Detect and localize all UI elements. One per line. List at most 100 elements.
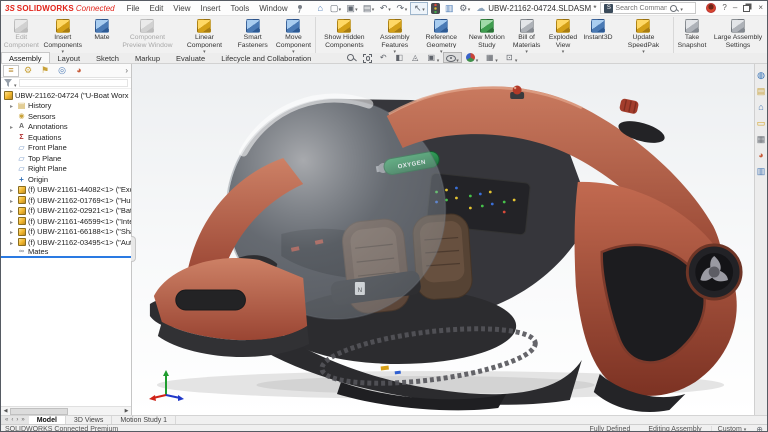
expand-arrow-icon[interactable] bbox=[10, 217, 17, 226]
design-library-tab[interactable]: ▤ bbox=[756, 86, 767, 97]
file-properties-button[interactable]: ▥ bbox=[443, 2, 456, 15]
show-hidden-components-button[interactable]: Show Hidden Components bbox=[315, 17, 372, 53]
graphics-area[interactable]: N OXYGEN bbox=[132, 64, 754, 415]
tree-item-component[interactable]: (f) UBW-21161-66188<1> ("Shape E bbox=[1, 227, 131, 238]
search-input[interactable] bbox=[615, 5, 667, 12]
save-button[interactable]: ▣ bbox=[344, 2, 360, 15]
tab-evaluate[interactable]: Evaluate bbox=[168, 52, 213, 63]
dynamic-annotation-views-button[interactable]: ◬ bbox=[407, 52, 423, 63]
dimxpertmanager-tab[interactable]: ◎ bbox=[54, 65, 70, 77]
tree-root-assembly[interactable]: UBW-21162-04724 ("U-Boat Worx NEMO bbox=[1, 90, 131, 101]
tab-3d-views[interactable]: 3D Views bbox=[66, 416, 112, 424]
custom-properties-tab[interactable]: ▥ bbox=[756, 166, 767, 177]
tree-item-component[interactable]: (f) UBW-21161-44082<1> ("Exostruct bbox=[1, 185, 131, 196]
search-commands-box[interactable]: S bbox=[600, 2, 696, 14]
tab-sketch[interactable]: Sketch bbox=[88, 52, 127, 63]
menu-item[interactable]: View bbox=[169, 3, 194, 14]
featuremanager-tab[interactable]: ≡ bbox=[3, 65, 19, 77]
options-button[interactable]: ⚙ bbox=[457, 2, 473, 15]
panel-splitter-handle[interactable] bbox=[131, 236, 136, 262]
tab-layout[interactable]: Layout bbox=[50, 52, 89, 63]
home-tab[interactable]: ⌂ bbox=[756, 102, 767, 113]
instant3d-button[interactable]: Instant3D bbox=[581, 17, 615, 53]
configurationmanager-tab[interactable]: ⚑ bbox=[37, 65, 53, 77]
tree-item-front-plane[interactable]: ▱ Front Plane bbox=[1, 143, 131, 154]
rebuild-button[interactable] bbox=[429, 2, 442, 15]
tab-scroll-icon[interactable]: » bbox=[20, 417, 25, 423]
move-component-button[interactable]: Move Component bbox=[273, 17, 315, 53]
linear-component-pattern-button[interactable]: Linear Component Pattern bbox=[176, 17, 233, 53]
filter-icon[interactable] bbox=[4, 79, 12, 87]
expand-arrow-icon[interactable] bbox=[10, 196, 17, 205]
tab-assembly[interactable]: Assembly bbox=[1, 52, 50, 63]
large-assembly-settings-button[interactable]: Large Assembly Settings bbox=[710, 17, 766, 53]
tree-item-component[interactable]: (f) UBW-21161-46599<1> ("Interior" bbox=[1, 216, 131, 227]
menu-item[interactable]: Window bbox=[255, 3, 291, 14]
restore-button[interactable] bbox=[743, 5, 750, 12]
section-view-button[interactable]: ◧ bbox=[391, 52, 407, 63]
expand-arrow-icon[interactable] bbox=[10, 206, 17, 215]
panel-horizontal-scrollbar[interactable]: ◀ ▶ bbox=[1, 406, 131, 415]
undo-button[interactable]: ↶ bbox=[377, 2, 393, 15]
tab-model[interactable]: Model bbox=[29, 416, 66, 424]
menu-item[interactable]: Insert bbox=[197, 3, 225, 14]
tree-item-sensors[interactable]: ◉ Sensors bbox=[1, 111, 131, 122]
zoom-to-fit-button[interactable] bbox=[343, 52, 359, 63]
redo-button[interactable]: ↷ bbox=[394, 2, 410, 15]
tree-item-mates[interactable]: ∞ Mates bbox=[1, 248, 131, 259]
tab-scroll-icon[interactable]: « bbox=[4, 417, 9, 423]
tab-markup[interactable]: Markup bbox=[127, 52, 168, 63]
new-document-button[interactable]: ▢ bbox=[328, 2, 344, 15]
panel-flyout-chevron[interactable]: › bbox=[123, 66, 130, 75]
component-preview-window-button[interactable]: Component Preview Window bbox=[119, 17, 176, 53]
search-dropdown-caret[interactable] bbox=[680, 4, 683, 13]
smart-fasteners-button[interactable]: Smart Fasteners bbox=[233, 17, 273, 53]
units-selector[interactable]: Custom bbox=[711, 426, 753, 432]
tree-item-component[interactable]: (f) UBW-21162-03495<1> ("Auto Co bbox=[1, 237, 131, 248]
exploded-view-button[interactable]: Exploded View bbox=[545, 17, 581, 53]
zoom-to-area-button[interactable] bbox=[359, 52, 375, 63]
tree-item-history[interactable]: ▤ History bbox=[1, 101, 131, 112]
menu-item[interactable]: Edit bbox=[146, 3, 168, 14]
tab-lifecycle-and-collaboration[interactable]: Lifecycle and Collaboration bbox=[213, 52, 319, 63]
edit-appearance-button[interactable] bbox=[462, 52, 482, 63]
select-button[interactable]: ↖ bbox=[410, 2, 428, 15]
expand-arrow-icon[interactable] bbox=[10, 101, 17, 110]
tree-item-component[interactable]: (f) UBW-21162-01769<1> ("Human I bbox=[1, 195, 131, 206]
tree-item-equations[interactable]: Σ Equations bbox=[1, 132, 131, 143]
displaymanager-tab[interactable]: ◕ bbox=[71, 65, 87, 77]
expand-arrow-icon[interactable] bbox=[10, 238, 17, 247]
help-button[interactable]: ? bbox=[722, 3, 726, 13]
hide-show-items-button[interactable] bbox=[443, 52, 463, 63]
menu-item[interactable]: Tools bbox=[227, 3, 254, 14]
tree-item-top-plane[interactable]: ▱ Top Plane bbox=[1, 153, 131, 164]
web-help-icon[interactable]: ⊕ bbox=[756, 425, 763, 432]
appearances-tab[interactable]: ◕ bbox=[756, 150, 767, 161]
menu-item[interactable]: File bbox=[123, 3, 144, 14]
minimize-button[interactable]: – bbox=[733, 3, 737, 13]
3dexperience-tab[interactable]: ◍ bbox=[756, 70, 767, 81]
filter-input[interactable] bbox=[19, 79, 128, 87]
expand-arrow-icon[interactable] bbox=[10, 227, 17, 236]
tree-item-origin[interactable]: + Origin bbox=[1, 174, 131, 185]
print-button[interactable]: ▤ bbox=[361, 2, 377, 15]
tree-item-annotations[interactable]: A Annotations bbox=[1, 122, 131, 133]
new-motion-study-button[interactable]: New Motion Study bbox=[465, 17, 508, 53]
propertymanager-tab[interactable]: ⚙ bbox=[20, 65, 36, 77]
assembly-features-button[interactable]: Assembly Features bbox=[372, 17, 417, 53]
file-explorer-tab[interactable]: ▭ bbox=[756, 118, 767, 129]
tree-item-component[interactable]: (f) UBW-21162-02921<1> ("Battery S bbox=[1, 206, 131, 217]
expand-arrow-icon[interactable] bbox=[10, 185, 17, 194]
edit-component-button[interactable]: Edit Component bbox=[2, 17, 41, 53]
view-settings-button[interactable]: ⊡ bbox=[501, 52, 521, 63]
display-style-button[interactable]: ▣ bbox=[423, 52, 443, 63]
scrollbar-thumb[interactable] bbox=[10, 408, 68, 415]
user-avatar[interactable] bbox=[706, 3, 716, 13]
insert-components-button[interactable]: Insert Components bbox=[41, 17, 85, 53]
home-button[interactable]: ⌂ bbox=[314, 2, 327, 15]
pin-menu-icon[interactable] bbox=[296, 4, 304, 13]
close-button[interactable]: × bbox=[758, 3, 763, 13]
tab-scroll-icon[interactable]: › bbox=[15, 417, 19, 423]
mate-button[interactable]: Mate bbox=[85, 17, 119, 53]
apply-scene-button[interactable]: ▦ bbox=[482, 52, 502, 63]
